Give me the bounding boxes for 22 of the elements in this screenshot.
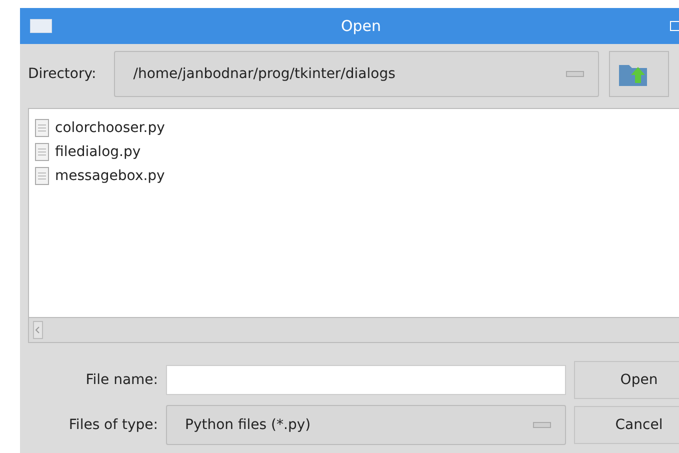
- up-folder-button[interactable]: [609, 51, 670, 97]
- maximize-icon[interactable]: [670, 21, 679, 31]
- file-icon: [35, 167, 49, 185]
- file-name-label: File name:: [84, 372, 158, 388]
- file-icon: [35, 119, 49, 137]
- file-item[interactable]: colorchooser.py: [35, 117, 679, 139]
- scroll-left-icon[interactable]: [33, 321, 43, 339]
- file-icon: [35, 143, 49, 161]
- file-item[interactable]: filedialog.py: [35, 141, 679, 163]
- open-button[interactable]: Open: [574, 361, 679, 399]
- file-type-label: Files of type:: [68, 417, 158, 433]
- dropdown-icon: [533, 422, 551, 428]
- file-name-field[interactable]: [166, 365, 566, 395]
- dropdown-icon: [566, 71, 584, 77]
- cancel-button[interactable]: Cancel: [574, 406, 679, 444]
- file-type-combobox[interactable]: Python files (*.py): [166, 405, 566, 445]
- horizontal-scrollbar[interactable]: [29, 317, 679, 342]
- file-item[interactable]: messagebox.py: [35, 165, 679, 187]
- directory-combobox[interactable]: /home/janbodnar/prog/tkinter/dialogs: [114, 51, 600, 97]
- directory-label: Directory:: [28, 66, 96, 82]
- window-title: Open: [340, 17, 382, 35]
- window-icon: [30, 19, 52, 33]
